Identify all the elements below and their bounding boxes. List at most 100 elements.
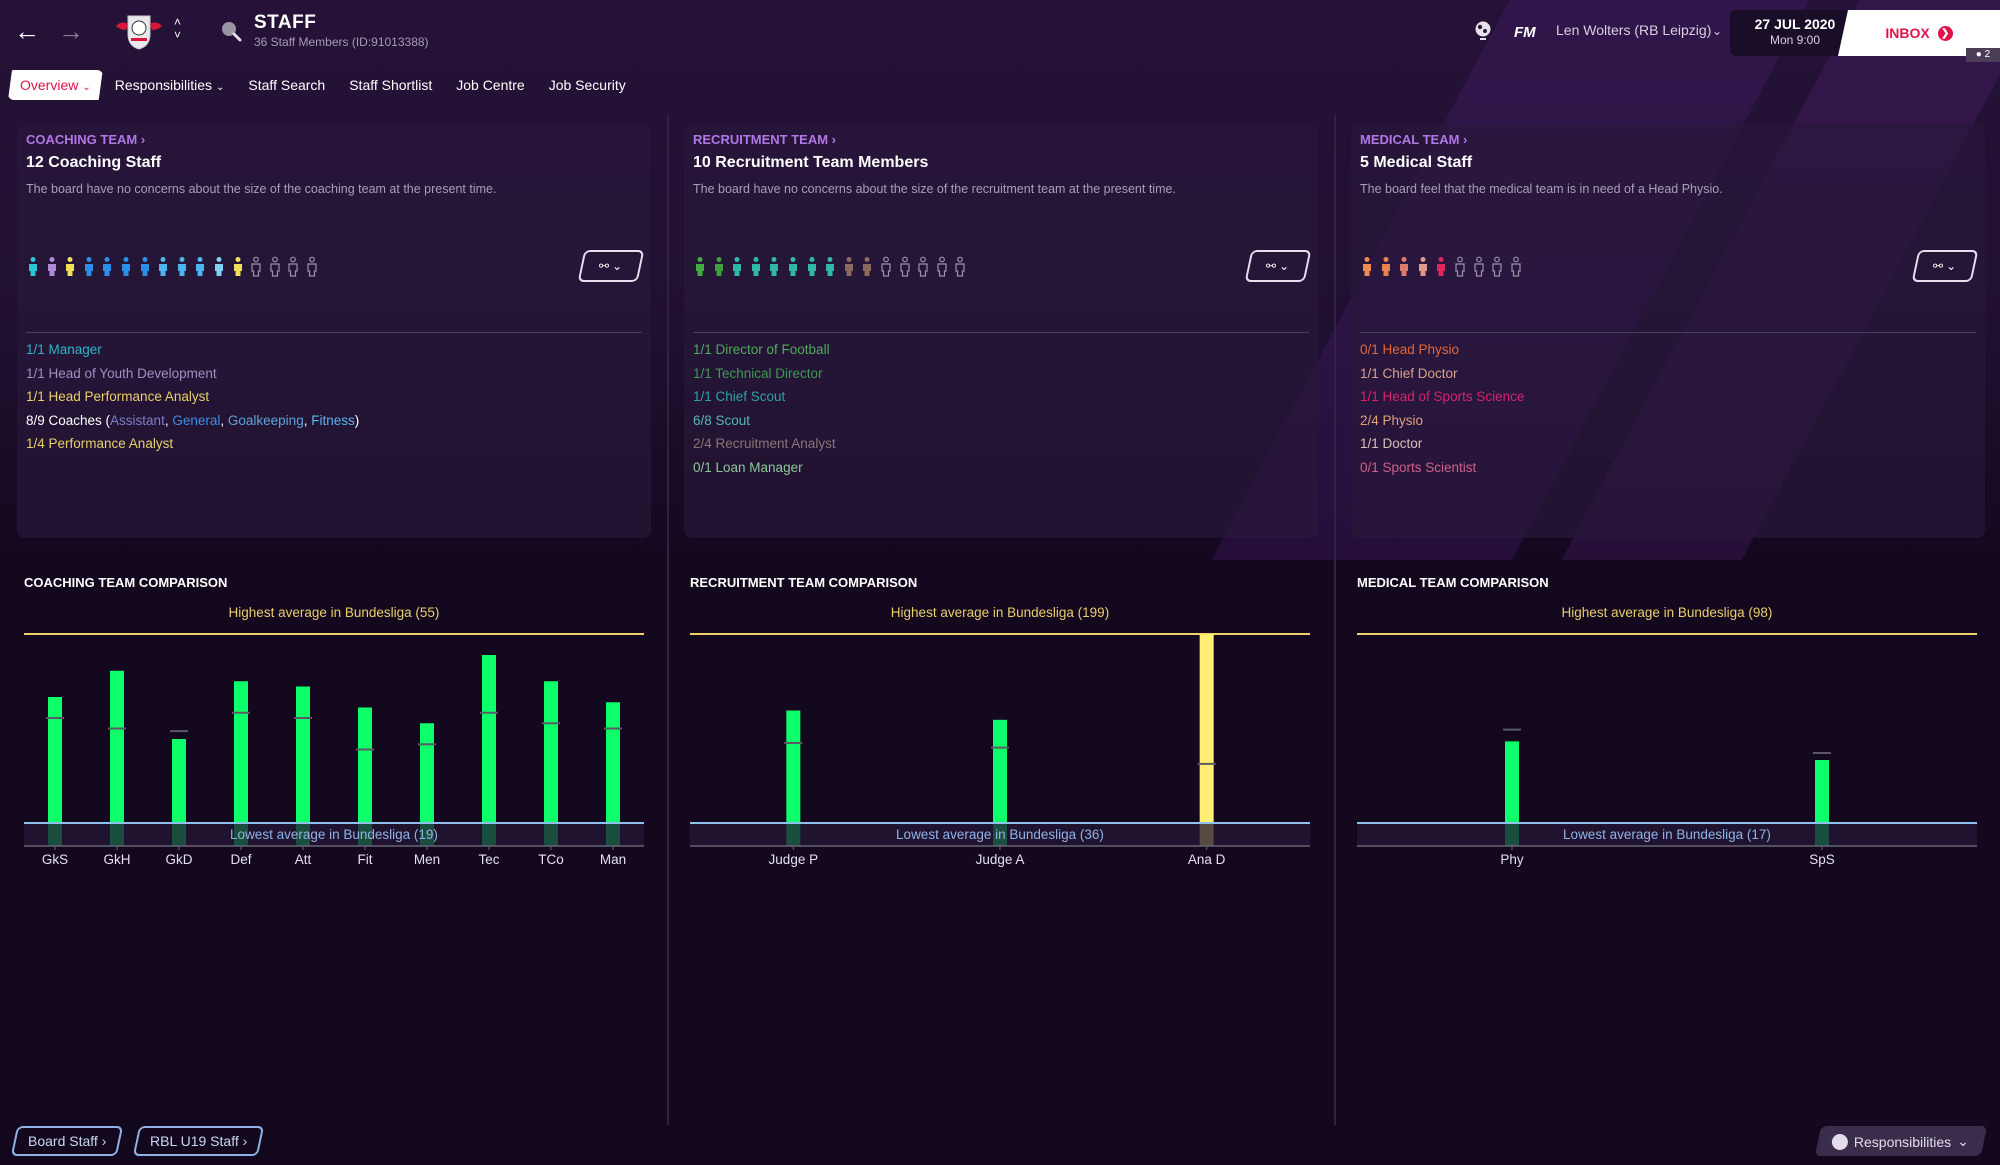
bar-def[interactable] <box>234 681 248 823</box>
vacant-staff-icon <box>918 256 928 277</box>
tab-responsibilities[interactable]: Responsibilities ⌄ <box>103 70 237 100</box>
staff-member-icon <box>140 257 149 276</box>
staff-role-item[interactable]: 2/4 Recruitment Analyst <box>693 432 836 456</box>
staff-role-item[interactable]: 6/8 Scout <box>693 409 836 433</box>
manager-dropdown-chevron-icon[interactable]: ⌄ <box>1712 24 1722 38</box>
add-recruitment-staff-button[interactable]: ⚯ ⌄ <box>1244 250 1312 282</box>
add-medical-staff-button[interactable]: ⚯ ⌄ <box>1911 250 1979 282</box>
fm-logo[interactable]: FM <box>1514 24 1536 41</box>
coaching-staff-figures <box>26 256 319 278</box>
bar-gkd[interactable] <box>172 739 186 823</box>
x-tick-label: Def <box>230 852 251 867</box>
manager-name[interactable]: Len Wolters (RB Leipzig) <box>1556 22 1711 38</box>
bar-men[interactable] <box>420 723 434 823</box>
recruitment-chart-title: RECRUITMENT TEAM COMPARISON <box>690 575 918 590</box>
add-staff-icon: ⚯ <box>1266 259 1277 273</box>
bar-judge-p[interactable] <box>786 710 801 823</box>
recruitment-staff-count: 10 Recruitment Team Members <box>693 154 929 171</box>
x-tick-label: Judge A <box>976 852 1025 867</box>
chevron-down-icon: ⌄ <box>1957 1132 1970 1149</box>
bar-ana-d[interactable] <box>1199 634 1214 823</box>
staff-role-item[interactable]: 8/9 Coaches (Assistant, General, Goalkee… <box>26 409 359 433</box>
bar-sps[interactable] <box>1815 760 1829 823</box>
recruitment-staff-figures <box>693 256 967 278</box>
staff-role-item[interactable]: 1/1 Technical Director <box>693 362 836 386</box>
staff-role-item[interactable]: 1/1 Director of Football <box>693 338 836 362</box>
bar-phy[interactable] <box>1505 741 1519 823</box>
x-tick-label: Men <box>414 852 440 867</box>
staff-member-icon <box>103 257 112 276</box>
role-part: Assistant <box>110 412 165 428</box>
staff-member-icon <box>863 257 872 276</box>
staff-member-icon <box>788 257 797 276</box>
bar-man[interactable] <box>606 702 620 823</box>
staff-role-item[interactable]: 1/1 Manager <box>26 338 359 362</box>
medical-staff-count: 5 Medical Staff <box>1360 154 1473 171</box>
staff-role-item[interactable]: 1/1 Doctor <box>1360 432 1524 456</box>
staff-role-item[interactable]: 1/4 Performance Analyst <box>26 432 359 456</box>
staff-member-icon <box>196 257 205 276</box>
forward-arrow-icon[interactable]: → <box>58 18 84 44</box>
recruitment-team-link[interactable]: RECRUITMENT TEAM › <box>693 132 836 147</box>
staff-role-item[interactable]: 1/1 Head of Sports Science <box>1360 385 1524 409</box>
staff-role-item[interactable]: 0/1 Loan Manager <box>693 456 836 480</box>
add-coaching-staff-button[interactable]: ⚯ ⌄ <box>577 250 645 282</box>
medical-comparison-chart: Highest average in Bundesliga (98) Phy SpS… <box>1357 605 1977 867</box>
staff-member-icon <box>1418 257 1427 276</box>
medical-team-link[interactable]: MEDICAL TEAM › <box>1360 132 1467 147</box>
bar-att[interactable] <box>296 686 310 824</box>
search-icon[interactable] <box>220 20 242 42</box>
divider <box>693 332 1309 333</box>
staff-member-icon <box>1437 257 1446 276</box>
tab-job-centre[interactable]: Job Centre <box>444 70 536 100</box>
column-divider <box>1334 115 1336 1125</box>
tab-staff-shortlist[interactable]: Staff Shortlist <box>337 70 444 100</box>
staff-role-item[interactable]: 1/1 Chief Doctor <box>1360 362 1524 386</box>
staff-role-item[interactable]: 1/1 Head Performance Analyst <box>26 385 359 409</box>
staff-role-item[interactable]: 0/1 Head Physio <box>1360 338 1524 362</box>
role-part: , <box>220 412 228 428</box>
staff-role-item[interactable]: 2/4 Physio <box>1360 409 1524 433</box>
recruitment-team-panel: RECRUITMENT TEAM › 10 Recruitment Team M… <box>684 124 1318 538</box>
x-tick-label: Judge P <box>769 852 819 867</box>
tab-overview[interactable]: Overview ⌄ <box>8 70 103 100</box>
date-text: 27 JUL 2020 <box>1754 16 1836 32</box>
bar-judge-a[interactable] <box>993 719 1007 823</box>
coaching-team-link[interactable]: COACHING TEAM › <box>26 132 145 147</box>
medical-chart-title: MEDICAL TEAM COMPARISON <box>1357 575 1549 590</box>
bar-gks[interactable] <box>48 697 62 823</box>
lowest-average-label: Lowest average in Bundesliga (36) <box>896 827 1104 842</box>
coaching-staff-count: 12 Coaching Staff <box>26 154 162 171</box>
staff-member-icon <box>1363 257 1371 276</box>
globe-icon[interactable] <box>1474 20 1492 42</box>
vacant-staff-icon <box>1511 256 1521 277</box>
club-badge-icon[interactable] <box>114 12 164 50</box>
medical-staff-figures <box>1360 256 1523 278</box>
add-staff-icon: ⚯ <box>599 259 610 273</box>
column-divider <box>667 115 669 1125</box>
staff-member-icon <box>66 257 75 276</box>
bar-base <box>482 823 496 846</box>
staff-member-icon <box>159 257 168 276</box>
divider <box>1360 332 1976 333</box>
vacant-staff-icon <box>1492 256 1502 277</box>
bar-tec[interactable] <box>482 655 496 823</box>
responsibilities-button[interactable]: Responsibilities ⌄ <box>1814 1126 1988 1156</box>
club-switch-arrows[interactable]: ˄ ˅ <box>174 16 181 42</box>
bar-gkh[interactable] <box>110 670 124 823</box>
staff-role-item[interactable]: 0/1 Sports Scientist <box>1360 456 1524 480</box>
back-arrow-icon[interactable]: ← <box>14 18 40 44</box>
staff-role-item[interactable]: 1/1 Head of Youth Development <box>26 362 359 386</box>
bar-fit[interactable] <box>358 707 372 824</box>
u19-staff-button[interactable]: RBL U19 Staff › <box>132 1126 265 1156</box>
bar-tco[interactable] <box>544 681 558 823</box>
role-part: Fitness <box>311 412 355 428</box>
x-tick-label: Phy <box>1500 852 1524 867</box>
board-staff-button[interactable]: Board Staff › <box>10 1126 124 1156</box>
staff-role-item[interactable]: 1/1 Chief Scout <box>693 385 836 409</box>
vacant-staff-icon <box>1455 256 1465 277</box>
tab-job-security[interactable]: Job Security <box>537 70 638 100</box>
tab-staff-search[interactable]: Staff Search <box>236 70 337 100</box>
staff-member-icon <box>696 257 704 276</box>
highest-average-label: Highest average in Bundesliga (199) <box>891 605 1109 620</box>
